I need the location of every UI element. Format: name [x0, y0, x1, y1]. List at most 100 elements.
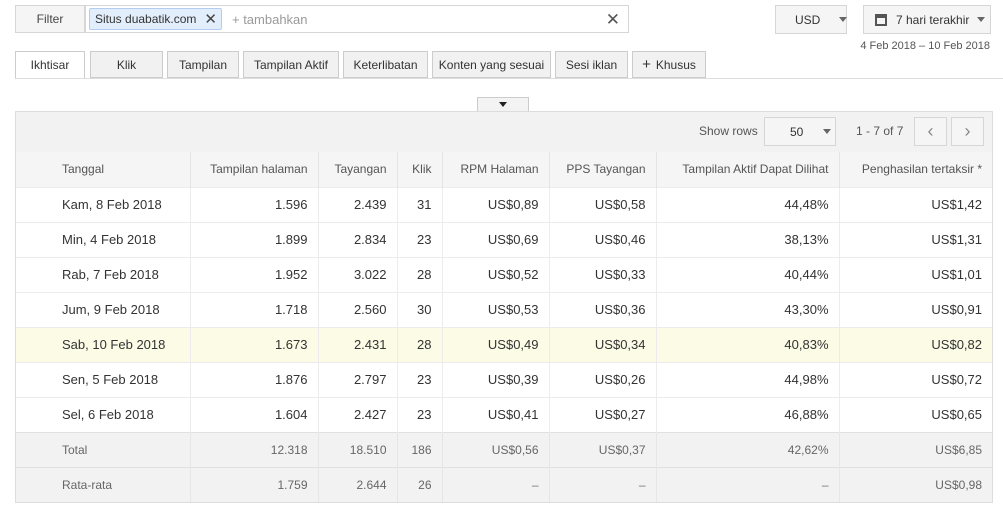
table-row: Rab, 7 Feb 2018 1.952 3.022 28 US$0,52 U… [16, 256, 992, 292]
cell-active-view-viewable: 44,48% [655, 186, 839, 222]
total-impressions: 18.510 [317, 431, 397, 467]
average-cpc: – [548, 466, 656, 502]
tab-klik[interactable]: Klik [90, 51, 163, 78]
cell-cpc: US$0,33 [548, 256, 656, 292]
tab-ikhtisar[interactable]: Ikhtisar [15, 51, 85, 79]
date-range-text: 4 Feb 2018 – 10 Feb 2018 [860, 40, 990, 52]
cell-active-view-viewable: 40,83% [655, 326, 839, 362]
cell-page-views: 1.673 [189, 326, 318, 362]
cell-date: Min, 4 Feb 2018 [16, 221, 190, 257]
cell-active-view-viewable: 43,30% [655, 291, 839, 327]
chevron-right-icon: › [964, 121, 971, 141]
cell-page-rpm: US$0,53 [441, 291, 549, 327]
cell-page-rpm: US$0,49 [441, 326, 549, 362]
add-filter-input[interactable]: + tambahkan [232, 12, 606, 27]
table-toolbar [16, 112, 992, 152]
tab-tampilan-aktif[interactable]: Tampilan Aktif [243, 51, 339, 78]
cell-estimated-earnings: US$0,91 [838, 291, 992, 327]
date-range-select[interactable]: 7 hari terakhir [863, 5, 991, 34]
total-active-view-viewable: 42,62% [655, 431, 839, 467]
tab-tampilan[interactable]: Tampilan [167, 51, 239, 78]
col-header-rpm-halaman[interactable]: RPM Halaman [441, 152, 549, 187]
clear-filter-icon[interactable]: ✕ [606, 11, 620, 28]
cell-clicks: 31 [396, 186, 442, 222]
average-impressions: 2.644 [317, 466, 397, 502]
table-row: Min, 4 Feb 2018 1.899 2.834 23 US$0,69 U… [16, 221, 992, 257]
tab-keterlibatan[interactable]: Keterlibatan [343, 51, 428, 78]
average-row: Rata-rata 1.759 2.644 26 – – – US$0,98 [16, 466, 992, 502]
calendar-icon [875, 13, 887, 26]
rows-value: 50 [790, 124, 804, 139]
cell-clicks: 23 [396, 221, 442, 257]
chip-prefix: Situs [95, 12, 122, 26]
cell-date: Jum, 9 Feb 2018 [16, 291, 190, 327]
total-clicks: 186 [396, 431, 442, 467]
filter-button[interactable]: Filter [15, 5, 85, 33]
cell-page-rpm: US$0,39 [441, 361, 549, 397]
cell-clicks: 23 [396, 361, 442, 397]
cell-estimated-earnings: US$0,65 [838, 396, 992, 432]
cell-page-rpm: US$0,69 [441, 221, 549, 257]
chevron-down-icon [499, 102, 507, 107]
col-header-tanggal[interactable]: Tanggal [16, 152, 190, 187]
cell-impressions: 2.797 [317, 361, 397, 397]
cell-page-views: 1.604 [189, 396, 318, 432]
cell-page-rpm: US$0,52 [441, 256, 549, 292]
cell-date: Sel, 6 Feb 2018 [16, 396, 190, 432]
rows-per-page-select[interactable]: 50 [764, 117, 836, 146]
cell-active-view-viewable: 46,88% [655, 396, 839, 432]
cell-impressions: 3.022 [317, 256, 397, 292]
total-row: Total 12.318 18.510 186 US$0,56 US$0,37 … [16, 431, 992, 467]
cell-date: Sen, 5 Feb 2018 [16, 361, 190, 397]
cell-page-views: 1.899 [189, 221, 318, 257]
table-row-highlighted: Sab, 10 Feb 2018 1.673 2.431 28 US$0,49 … [16, 326, 992, 362]
chip-value: duabatik.com [125, 12, 197, 26]
show-rows-label: Show rows [699, 124, 758, 138]
col-header-pps-tayangan[interactable]: PPS Tayangan [548, 152, 656, 187]
table-row: Jum, 9 Feb 2018 1.718 2.560 30 US$0,53 U… [16, 291, 992, 327]
date-preset: 7 hari terakhir [896, 12, 970, 27]
average-estimated-earnings: US$0,98 [838, 466, 992, 502]
chevron-down-icon [839, 17, 848, 22]
cell-estimated-earnings: US$1,01 [838, 256, 992, 292]
tab-sesi-iklan[interactable]: Sesi iklan [555, 51, 628, 78]
col-header-tampilan-aktif-dapat-dilihat[interactable]: Tampilan Aktif Dapat Dilihat [655, 152, 839, 187]
cell-impressions: 2.834 [317, 221, 397, 257]
cell-cpc: US$0,46 [548, 221, 656, 257]
table-header-row: Tanggal Tampilan halaman Tayangan Klik R… [16, 152, 992, 187]
currency-select[interactable]: USD [775, 5, 848, 34]
col-header-tayangan[interactable]: Tayangan [317, 152, 397, 187]
tab-konten-yang-sesuai[interactable]: Konten yang sesuai [432, 51, 551, 78]
filter-input-box[interactable]: Situs duabatik.com ✕ + tambahkan ✕ [85, 5, 629, 33]
col-header-tampilan-halaman[interactable]: Tampilan halaman [189, 152, 318, 187]
table-row: Sen, 5 Feb 2018 1.876 2.797 23 US$0,39 U… [16, 361, 992, 397]
collapse-chart-toggle[interactable] [477, 97, 529, 111]
tab-khusus-label: Khusus [655, 57, 696, 72]
cell-cpc: US$0,58 [548, 186, 656, 222]
chevron-down-icon [977, 17, 986, 22]
total-label: Total [16, 431, 190, 467]
currency-value: USD [795, 12, 821, 27]
chevron-left-icon: ‹ [927, 121, 934, 141]
filter-chip-site[interactable]: Situs duabatik.com ✕ [89, 8, 222, 30]
chip-close-icon[interactable]: ✕ [204, 12, 217, 27]
col-header-klik[interactable]: Klik [396, 152, 442, 187]
cell-page-views: 1.596 [189, 186, 318, 222]
cell-date: Kam, 8 Feb 2018 [16, 186, 190, 222]
prev-page-button[interactable]: ‹ [914, 117, 947, 146]
average-clicks: 26 [396, 466, 442, 502]
cell-impressions: 2.431 [317, 326, 397, 362]
cell-impressions: 2.439 [317, 186, 397, 222]
cell-cpc: US$0,36 [548, 291, 656, 327]
next-page-button[interactable]: › [951, 117, 984, 146]
cell-page-views: 1.876 [189, 361, 318, 397]
cell-clicks: 28 [396, 326, 442, 362]
col-header-penghasilan-tertaksir[interactable]: Penghasilan tertaksir * [838, 152, 992, 187]
table-row: Kam, 8 Feb 2018 1.596 2.439 31 US$0,89 U… [16, 186, 992, 222]
cell-date: Rab, 7 Feb 2018 [16, 256, 190, 292]
total-page-rpm: US$0,56 [441, 431, 549, 467]
tab-khusus[interactable]: + Khusus [632, 51, 706, 78]
total-estimated-earnings: US$6,85 [838, 431, 992, 467]
cell-page-views: 1.718 [189, 291, 318, 327]
report-table: Tanggal Tampilan halaman Tayangan Klik R… [16, 152, 992, 502]
